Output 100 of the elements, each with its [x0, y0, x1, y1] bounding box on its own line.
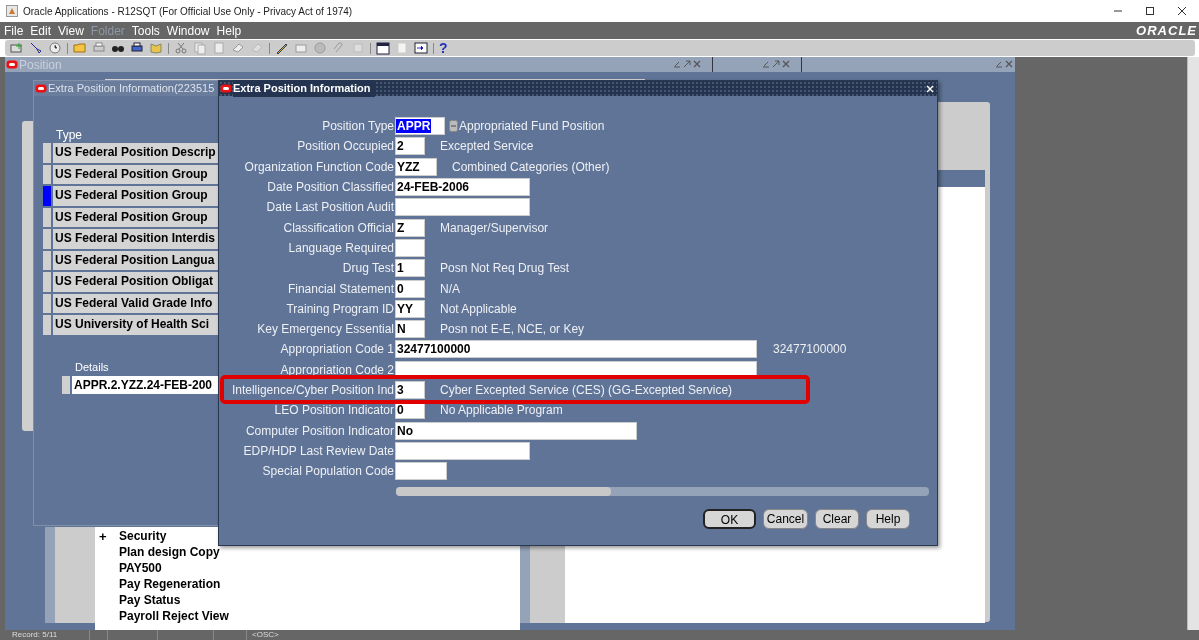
field-description: No Applicable Program [440, 402, 563, 420]
input-field[interactable]: 3 [395, 381, 425, 399]
vertical-scrollbar[interactable] [1187, 57, 1199, 630]
oracle-logo-icon [35, 84, 47, 93]
field-description: Not Applicable [440, 300, 517, 318]
input-field[interactable]: N [395, 320, 425, 339]
field-description: Excepted Service [440, 138, 534, 156]
row-marker[interactable] [43, 315, 51, 335]
menu-item[interactable]: Help [216, 21, 242, 40]
field-description: Cyber Excepted Service (CES) (GG-Excepted Service) [440, 382, 733, 399]
dialog-title: Extra Position Information [233, 80, 375, 97]
minimize-icon[interactable] [995, 60, 1003, 68]
tree-item[interactable]: Security [119, 527, 167, 545]
dialog-button[interactable]: Clear [815, 509, 859, 530]
field-description: Manager/Supervisor [440, 219, 549, 237]
maximize-icon[interactable] [1145, 6, 1155, 16]
field-label: Financial Statement [286, 280, 395, 298]
dialog-button[interactable]: Help [866, 509, 910, 530]
minimize-icon[interactable] [673, 60, 681, 68]
field-label: Appropriation Code 1 [279, 341, 395, 359]
field-description: Appropriated Fund Position [459, 118, 605, 136]
menu-item[interactable]: Window [166, 21, 210, 40]
input-field[interactable]: YY [395, 299, 425, 318]
calendar-icon[interactable] [376, 41, 390, 55]
oracle-logo-icon [6, 60, 18, 69]
app-icon [6, 5, 18, 17]
field-label: LEO Position Indicator [273, 402, 395, 420]
tree-item[interactable]: Pay Status [119, 591, 181, 609]
copy-icon[interactable] [193, 41, 207, 55]
input-field[interactable] [395, 462, 447, 481]
globe-icon[interactable] [313, 41, 327, 55]
pencil-icon[interactable] [275, 41, 289, 55]
dialog-button[interactable]: Cancel [763, 509, 808, 530]
menu-item[interactable]: View [58, 21, 84, 40]
input-field[interactable]: 24-FEB-2006 [395, 178, 530, 197]
row-marker[interactable] [62, 376, 70, 394]
row-marker[interactable] [43, 229, 51, 249]
input-field[interactable] [395, 198, 530, 217]
field-label: Classification Official [282, 219, 395, 237]
input-field[interactable]: 2 [395, 137, 425, 156]
row-marker[interactable] [43, 207, 51, 227]
scrollbar-thumb[interactable] [396, 487, 611, 497]
input-field[interactable]: APPR [395, 117, 445, 136]
brand-logo: ORACLE [1136, 21, 1197, 40]
folder-icon[interactable] [73, 41, 87, 55]
field-label: Training Program ID [285, 300, 395, 318]
scissors-icon[interactable] [174, 41, 188, 55]
field-description: Posn not E-E, NCE, or Key [440, 321, 585, 339]
close-icon[interactable] [1177, 6, 1187, 16]
input-field[interactable] [395, 441, 530, 460]
field-label: Appropriation Code 2 [279, 361, 395, 379]
field-label: Position Type [321, 118, 395, 136]
field-label: Special Population Code [261, 463, 395, 481]
field-label: Computer Position Indicator [244, 422, 395, 440]
field-description: Combined Categories (Other) [452, 158, 610, 176]
horizontal-scrollbar[interactable] [396, 487, 929, 497]
minimize-icon[interactable] [762, 60, 770, 68]
input-field[interactable]: Z [395, 218, 425, 237]
menu-item[interactable]: File [4, 21, 24, 40]
dialog-button[interactable]: OK [703, 509, 756, 530]
list-button-icon[interactable] [449, 120, 458, 133]
expand-toggle[interactable]: + [99, 529, 107, 544]
input-field[interactable]: 1 [395, 259, 425, 278]
row-marker[interactable] [43, 293, 51, 313]
menu-item[interactable]: Tools [131, 21, 160, 40]
paste-icon[interactable] [212, 41, 226, 55]
row-marker[interactable] [43, 272, 51, 292]
row-marker[interactable] [43, 186, 51, 206]
row-marker[interactable] [43, 250, 51, 270]
flashlight-icon[interactable] [29, 41, 43, 55]
window-title: Extra Position Information(223515 [48, 81, 215, 97]
status-record: Record: 5/11 [0, 630, 90, 640]
printer-icon[interactable] [130, 41, 144, 55]
new-record-icon[interactable] [10, 41, 24, 55]
row-marker[interactable] [43, 164, 51, 184]
clock-icon[interactable] [48, 41, 62, 55]
field-description: 32477100000 [773, 341, 847, 359]
input-field[interactable]: 32477100000 [395, 340, 757, 359]
input-field[interactable] [395, 238, 425, 257]
field-label: Position Occupied [296, 138, 395, 156]
eraser-icon[interactable] [231, 41, 245, 55]
input-field[interactable]: YZZ [395, 157, 437, 176]
row-marker[interactable] [43, 143, 51, 163]
tree-item[interactable]: PAY500 [119, 559, 162, 577]
tree-item[interactable]: Payroll Reject View [119, 607, 229, 625]
input-field[interactable]: No [395, 421, 637, 440]
tree-item[interactable]: Pay Regeneration [119, 575, 221, 593]
field-label: Drug Test [341, 260, 395, 278]
window-title: Oracle Applications - R12SQT (For Official Use Only - Privacy Act of 1974) [23, 4, 353, 19]
tree-item[interactable]: Plan design Copy [119, 543, 220, 561]
menu-item[interactable]: Edit [30, 21, 52, 40]
field-label: Details [75, 359, 110, 375]
oracle-logo-icon [220, 84, 232, 93]
input-field[interactable]: 0 [395, 279, 425, 298]
paperclip-icon[interactable] [332, 41, 346, 55]
status-mode: <OSC> [251, 630, 279, 640]
help-icon[interactable]: ? [439, 41, 448, 55]
field-description: N/A [440, 280, 460, 298]
field-label: Language Required [287, 239, 395, 257]
field-description: Posn Not Req Drug Test [440, 260, 570, 278]
